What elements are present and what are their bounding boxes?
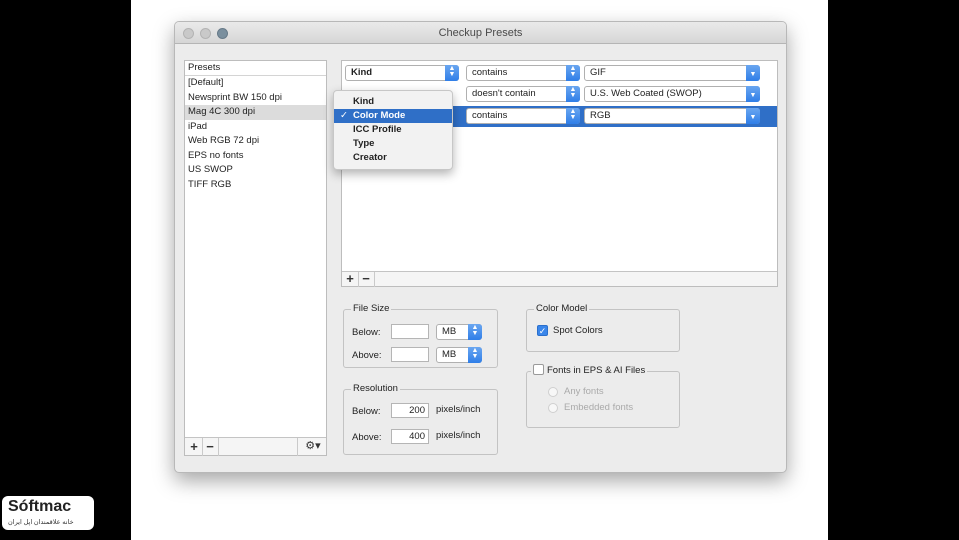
file-size-above-input[interactable]	[391, 347, 429, 362]
unit-value: MB	[442, 326, 457, 337]
chevron-down-icon: ▼	[746, 65, 760, 81]
color-model-title: Color Model	[534, 303, 590, 314]
spot-colors-label: Spot Colors	[553, 325, 603, 336]
presets-header: Presets	[185, 61, 326, 76]
divider	[297, 438, 298, 456]
softmac-logo: Sóftmac	[8, 498, 72, 515]
divider	[218, 438, 219, 456]
rule-operator-value: contains	[472, 67, 508, 78]
rules-footer: + −	[342, 271, 777, 287]
file-size-above-label: Above:	[352, 350, 382, 361]
chevron-down-icon: ▼	[746, 108, 760, 124]
remove-preset-button[interactable]: −	[203, 440, 217, 454]
resolution-title: Resolution	[351, 383, 400, 394]
preset-item-selected[interactable]: Mag 4C 300 dpi	[185, 105, 326, 120]
rule-value-combo[interactable]: GIF ▼	[584, 65, 760, 81]
popup-arrows-icon: ▲ ▼	[566, 65, 580, 81]
resolution-below-label: Below:	[352, 406, 381, 417]
menu-item-creator[interactable]: Creator	[334, 151, 452, 165]
fonts-eps-group: Fonts in EPS & AI Files Any fonts Embedd…	[526, 364, 680, 428]
chevron-down-icon: ▼	[746, 86, 760, 102]
add-preset-button[interactable]: +	[187, 440, 201, 454]
preset-item[interactable]: TIFF RGB	[185, 178, 326, 193]
rule-row[interactable]: Kind ▲ ▼ contains ▲ ▼ GIF ▼	[342, 63, 777, 84]
gear-icon[interactable]: ⚙▾	[301, 440, 325, 454]
menu-item-kind[interactable]: Kind	[334, 95, 452, 109]
menu-item-type[interactable]: Type	[334, 137, 452, 151]
softmac-watermark: Sóftmac خانه علاقمندان اپل ایران	[2, 496, 94, 530]
popup-arrows-icon: ▲ ▼	[468, 324, 482, 340]
title-bar: Checkup Presets	[175, 22, 786, 44]
rule-operator-value: doesn't contain	[472, 88, 536, 99]
resolution-below-unit: pixels/inch	[436, 404, 481, 415]
resolution-above-label: Above:	[352, 432, 382, 443]
presets-footer: + − ⚙▾	[185, 437, 326, 456]
preset-item[interactable]: Newsprint BW 150 dpi	[185, 91, 326, 106]
file-size-group: File Size Below: MB ▲ ▼ Above: MB ▲ ▼	[343, 303, 498, 368]
unit-value: MB	[442, 349, 457, 360]
remove-rule-button[interactable]: −	[359, 272, 373, 286]
any-fonts-label: Any fonts	[564, 386, 604, 397]
resolution-above-unit: pixels/inch	[436, 430, 481, 441]
softmac-tagline: خانه علاقمندان اپل ایران	[8, 519, 74, 526]
popup-arrows-icon: ▲ ▼	[566, 86, 580, 102]
file-size-below-unit-popup[interactable]: MB ▲ ▼	[436, 324, 482, 340]
embedded-fonts-radio[interactable]	[548, 403, 558, 413]
file-size-below-label: Below:	[352, 327, 381, 338]
color-model-group: Color Model ✓ Spot Colors	[526, 303, 680, 352]
rule-operator-popup[interactable]: doesn't contain ▲ ▼	[466, 86, 580, 102]
preset-item[interactable]: EPS no fonts	[185, 149, 326, 164]
window-title: Checkup Presets	[438, 27, 523, 39]
rule-value: GIF	[590, 67, 606, 78]
resolution-below-input[interactable]: 200	[391, 403, 429, 418]
resolution-group: Resolution Below: 200 pixels/inch Above:…	[343, 383, 498, 455]
rule-field-value: Kind	[351, 67, 373, 78]
any-fonts-radio[interactable]	[548, 387, 558, 397]
add-rule-button[interactable]: +	[343, 272, 357, 286]
embedded-fonts-label: Embedded fonts	[564, 402, 634, 413]
rule-field-popup[interactable]: Kind ▲ ▼	[345, 65, 459, 81]
rule-value-combo[interactable]: U.S. Web Coated (SWOP) ▼	[584, 86, 760, 102]
preset-item[interactable]: [Default]	[185, 76, 326, 91]
menu-item-label: Color Mode	[353, 110, 406, 121]
preset-item[interactable]: US SWOP	[185, 163, 326, 178]
checkup-presets-window: Checkup Presets Presets [Default] Newspr…	[174, 21, 787, 473]
fonts-eps-title: Fonts in EPS & AI Files	[531, 364, 648, 376]
checkmark-icon: ✓	[340, 110, 348, 121]
rule-operator-popup[interactable]: contains ▲ ▼	[466, 108, 580, 124]
rule-operator-popup[interactable]: contains ▲ ▼	[466, 65, 580, 81]
rule-value: U.S. Web Coated (SWOP)	[590, 88, 702, 99]
menu-item-icc-profile[interactable]: ICC Profile	[334, 123, 452, 137]
popup-arrows-icon: ▲ ▼	[468, 347, 482, 363]
file-size-above-unit-popup[interactable]: MB ▲ ▼	[436, 347, 482, 363]
preset-item[interactable]: iPad	[185, 120, 326, 135]
preset-item[interactable]: Web RGB 72 dpi	[185, 134, 326, 149]
rule-value: RGB	[590, 110, 611, 121]
popup-arrows-icon: ▲ ▼	[566, 108, 580, 124]
field-dropdown-menu: Kind ✓ Color Mode ICC Profile Type Creat…	[333, 90, 453, 170]
fonts-eps-checkbox[interactable]	[533, 364, 544, 375]
rule-operator-value: contains	[472, 110, 508, 121]
resolution-above-input[interactable]: 400	[391, 429, 429, 444]
popup-arrows-icon: ▲ ▼	[445, 65, 459, 81]
rule-value-combo[interactable]: RGB ▼	[584, 108, 760, 124]
presets-list[interactable]: Presets [Default] Newsprint BW 150 dpi M…	[184, 60, 327, 456]
menu-item-color-mode[interactable]: ✓ Color Mode	[334, 109, 452, 123]
file-size-below-input[interactable]	[391, 324, 429, 339]
fonts-eps-label: Fonts in EPS & AI Files	[547, 365, 646, 376]
file-size-title: File Size	[351, 303, 392, 314]
spot-colors-checkbox[interactable]: ✓	[537, 325, 548, 336]
divider	[374, 272, 375, 287]
